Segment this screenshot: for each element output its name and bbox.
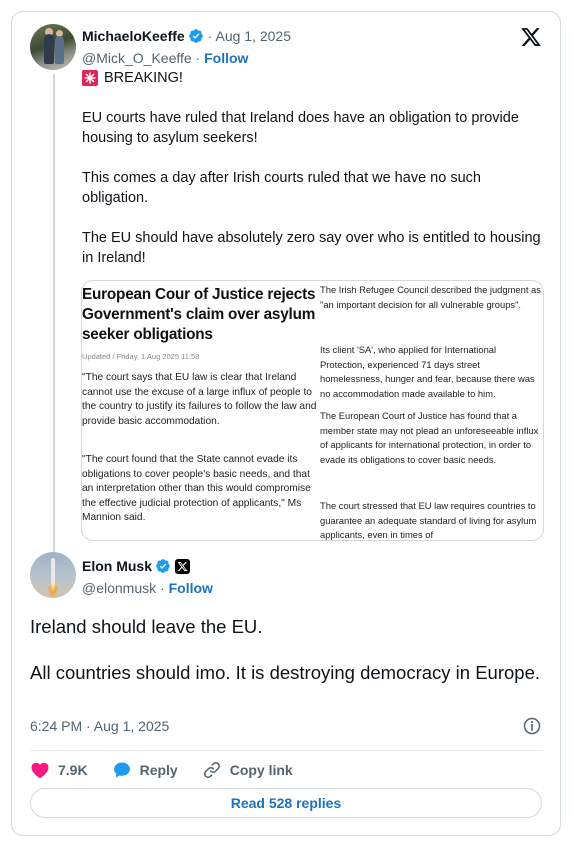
article-updated: Updated / Friday, 1 Aug 2025 11:58 bbox=[82, 352, 200, 361]
verified-badge-icon bbox=[156, 559, 170, 573]
quoted-paragraph-3: The EU should have absolutely zero say o… bbox=[82, 230, 541, 266]
separator: · bbox=[191, 50, 205, 66]
article-right-paragraph: The court stressed that EU law requires … bbox=[320, 500, 537, 541]
x-affiliate-badge-icon bbox=[175, 558, 191, 574]
article-screenshot-image[interactable]: European Cour of Justice rejects Governm… bbox=[81, 280, 544, 541]
avatar-elonmusk[interactable] bbox=[30, 552, 76, 598]
main-follow-link[interactable]: Follow bbox=[169, 580, 213, 596]
read-replies-button[interactable]: Read 528 replies bbox=[30, 788, 542, 818]
breaking-line: BREAKING! bbox=[82, 68, 542, 88]
main-author-name[interactable]: Elon Musk bbox=[82, 558, 152, 574]
article-right-column: The Irish Refugee Council described the … bbox=[320, 281, 543, 541]
copy-link-button[interactable]: Copy link bbox=[202, 760, 293, 780]
quoted-paragraph-1: EU courts have ruled that Ireland does h… bbox=[82, 110, 519, 146]
link-icon bbox=[203, 762, 220, 778]
reply-bubble-icon bbox=[113, 762, 130, 778]
avatar-michaelokeeffe[interactable] bbox=[30, 24, 76, 70]
quoted-paragraph-2: This comes a day after Irish courts rule… bbox=[82, 170, 481, 206]
verified-badge-icon bbox=[188, 29, 203, 43]
like-count: 7.9K bbox=[58, 762, 88, 778]
article-right-paragraph: The European Court of Justice has found … bbox=[320, 410, 539, 465]
article-headline: European Cour of Justice rejects Governm… bbox=[82, 286, 316, 343]
like-button[interactable]: 7.9K bbox=[30, 760, 88, 780]
reply-label: Reply bbox=[139, 762, 178, 778]
main-author-row: Elon Musk bbox=[82, 558, 191, 574]
copy-link-label: Copy link bbox=[229, 762, 293, 778]
tweet-timestamp[interactable]: 6:24 PM · Aug 1, 2025 bbox=[30, 718, 169, 734]
heart-icon bbox=[31, 762, 49, 778]
thread-line bbox=[53, 74, 55, 560]
article-right-paragraph: Its client 'SA', who applied for Interna… bbox=[320, 344, 535, 399]
quoted-author-row: MichaeloKeeffe · Aug 1, 2025 bbox=[82, 28, 291, 44]
article-left-column: European Cour of Justice rejects Governm… bbox=[82, 281, 318, 540]
breaking-text: BREAKING! bbox=[104, 70, 183, 86]
quoted-author-name[interactable]: MichaeloKeeffe bbox=[82, 28, 185, 44]
article-left-paragraph: "The court says that EU law is clear tha… bbox=[82, 372, 317, 427]
quoted-handle[interactable]: @Mick_O_Keeffe bbox=[82, 50, 192, 66]
main-handle-row: @elonmusk · Follow bbox=[82, 580, 213, 596]
siren-icon bbox=[82, 70, 98, 86]
info-icon[interactable] bbox=[522, 716, 542, 736]
main-handle[interactable]: @elonmusk bbox=[82, 580, 156, 596]
article-right-paragraph: The Irish Refugee Council described the … bbox=[320, 284, 541, 310]
reply-button[interactable]: Reply bbox=[112, 760, 178, 780]
x-logo-icon[interactable] bbox=[519, 26, 543, 48]
action-bar: 7.9K Reply Copy link bbox=[30, 759, 317, 781]
quoted-follow-link[interactable]: Follow bbox=[204, 50, 248, 66]
main-paragraph-1: Ireland should leave the EU. bbox=[30, 616, 263, 637]
quoted-handle-row: @Mick_O_Keeffe · Follow bbox=[82, 50, 248, 66]
separator: · bbox=[156, 580, 169, 596]
embedded-tweet-card: MichaeloKeeffe · Aug 1, 2025 @Mick_O_Kee… bbox=[11, 11, 561, 836]
article-left-paragraph: "The court found that the State cannot e… bbox=[82, 454, 311, 524]
divider bbox=[30, 750, 542, 751]
quoted-date[interactable]: · Aug 1, 2025 bbox=[208, 28, 291, 44]
main-paragraph-2: All countries should imo. It is destroyi… bbox=[30, 662, 541, 683]
